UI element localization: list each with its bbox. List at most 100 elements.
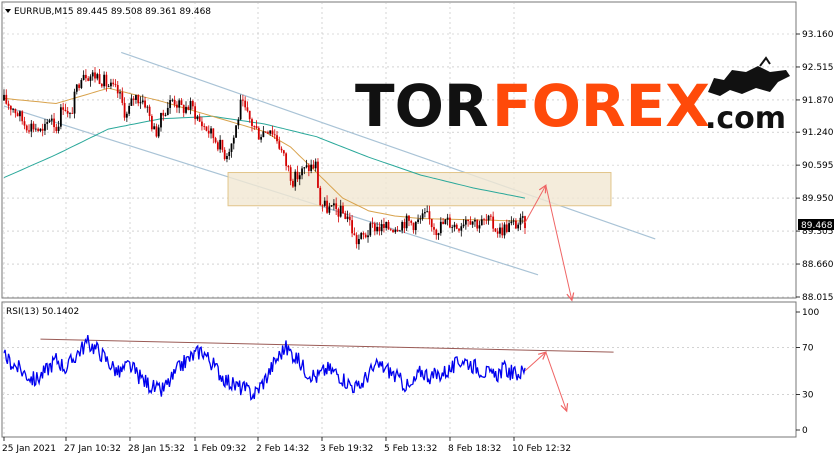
candle-body — [326, 200, 328, 213]
candle-body — [94, 72, 96, 79]
candle-body — [437, 233, 440, 236]
candle-body — [464, 219, 467, 225]
price-axis: 93.16092.51591.87091.24090.59589.95089.3… — [796, 30, 834, 303]
candle-body — [189, 101, 192, 110]
time-tick-label: 2 Feb 14:32 — [256, 444, 309, 454]
symbol-info-text: EURRUB,M15 89.445 89.508 89.361 89.468 — [14, 7, 211, 17]
candle-body — [19, 111, 21, 117]
candle-body — [383, 224, 385, 229]
candle-body — [269, 130, 272, 134]
candle-body — [467, 219, 470, 222]
candle-body — [5, 94, 8, 104]
candle-body — [278, 141, 281, 149]
candle-body — [148, 106, 151, 117]
candle-body — [401, 222, 404, 231]
candle-body — [155, 126, 158, 137]
candle-body — [121, 92, 124, 103]
candle-body — [330, 205, 333, 207]
rsi-info-text: RSI(13) 50.1402 — [6, 307, 79, 317]
price-tick-label: 88.015 — [802, 293, 834, 303]
candle-body — [355, 235, 358, 245]
candle-body — [137, 95, 140, 104]
candle-body — [501, 227, 504, 236]
candle-body — [201, 121, 203, 127]
candle-body — [139, 102, 142, 104]
candle-body — [512, 220, 515, 222]
candle-body — [301, 168, 303, 176]
candle-body — [405, 215, 408, 229]
candle-body — [98, 74, 101, 84]
candle-body — [28, 130, 30, 132]
candle-body — [230, 143, 233, 152]
price-tick-label: 92.515 — [802, 63, 834, 73]
candle-body — [255, 126, 258, 128]
candle-body — [55, 127, 58, 131]
candle-body — [235, 125, 237, 138]
candle-body — [146, 106, 149, 108]
candle-body — [196, 116, 199, 120]
candle-body — [50, 118, 53, 121]
candle-body — [344, 213, 347, 219]
logo-text-com: .com — [705, 101, 786, 136]
candle-body — [474, 220, 476, 222]
candle-body — [458, 228, 460, 231]
candle-body — [433, 227, 435, 230]
candle-body — [150, 116, 153, 130]
candle-body — [14, 109, 17, 114]
candle-body — [373, 223, 376, 232]
candle-body — [460, 226, 463, 231]
candle-body — [510, 221, 513, 224]
candle-body — [12, 109, 15, 110]
time-axis: 25 Jan 2021 27 Jan 10:32 28 Jan 15:32 1 Feb… — [2, 437, 571, 454]
candle-body — [421, 213, 424, 219]
candle-body — [426, 211, 429, 213]
candle-body — [187, 106, 190, 110]
candle-body — [85, 74, 87, 79]
candle-body — [41, 128, 44, 131]
candle-body — [296, 171, 299, 180]
candle-body — [337, 209, 340, 217]
candle-body — [244, 100, 247, 108]
candle-body — [116, 85, 119, 94]
candle-body — [251, 119, 253, 127]
candle-body — [294, 171, 297, 187]
logo-text-forex: FOREX — [492, 72, 710, 140]
candle-body — [176, 104, 178, 108]
candle-body — [499, 227, 501, 234]
candle-body — [412, 222, 415, 231]
candle-body — [107, 86, 110, 88]
candle-body — [262, 131, 265, 138]
candle-body — [305, 165, 308, 168]
candle-body — [485, 219, 488, 221]
candle-body — [439, 221, 442, 234]
candle-body — [105, 74, 108, 87]
candle-body — [319, 187, 322, 206]
candle-body — [492, 216, 495, 229]
candle-body — [46, 122, 49, 124]
candle-body — [378, 226, 381, 232]
candle-body — [78, 84, 80, 88]
candle-body — [125, 113, 128, 118]
candle-body — [442, 221, 444, 225]
candle-body — [487, 215, 490, 221]
candle-body — [273, 134, 276, 136]
candle-body — [360, 233, 363, 239]
candle-body — [376, 226, 379, 232]
candle-body — [478, 225, 481, 229]
candle-body — [289, 167, 292, 181]
candle-body — [403, 222, 406, 229]
rsi-tick-label: 70 — [802, 343, 814, 353]
candle-body — [489, 215, 492, 217]
candle-body — [87, 78, 90, 81]
candle-body — [267, 132, 269, 134]
candle-body — [39, 128, 42, 131]
candle-body — [335, 203, 338, 210]
candle-body — [132, 98, 135, 100]
candle-body — [387, 221, 390, 230]
rsi-tick-label: 0 — [802, 426, 808, 436]
candle-body — [444, 219, 447, 225]
candle-body — [194, 106, 197, 120]
candle-body — [323, 200, 326, 206]
candle-body — [428, 211, 431, 219]
candle-body — [173, 99, 176, 105]
